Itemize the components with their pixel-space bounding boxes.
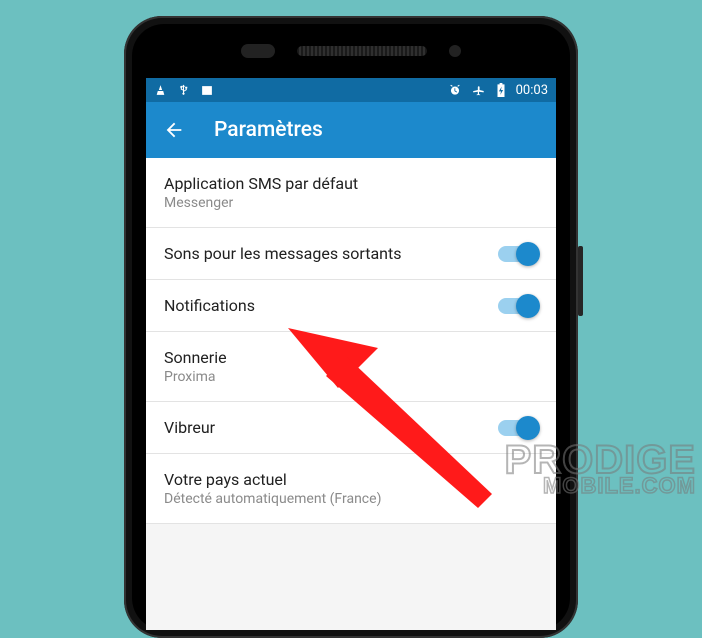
switch-vibrate[interactable]	[498, 420, 538, 436]
setting-notifications[interactable]: Notifications	[146, 280, 556, 332]
switch-notifications[interactable]	[498, 298, 538, 314]
setting-outgoing-sounds[interactable]: Sons pour les messages sortants	[146, 228, 556, 280]
switch-outgoing-sounds[interactable]	[498, 246, 538, 262]
back-button[interactable]	[162, 118, 186, 142]
page-title: Paramètres	[214, 118, 323, 142]
status-bar: 00:03	[146, 78, 556, 102]
front-camera	[449, 45, 461, 57]
setting-vibrate[interactable]: Vibreur	[146, 402, 556, 454]
phone-earpiece-row	[132, 24, 570, 78]
phone-bezel: 00:03 Paramètres Application SMS par déf…	[132, 24, 570, 630]
status-time: 00:03	[516, 83, 548, 98]
setting-value: Proxima	[164, 369, 538, 385]
airplane-icon	[472, 83, 486, 97]
setting-default-sms-app[interactable]: Application SMS par défaut Messenger	[146, 158, 556, 228]
setting-current-country[interactable]: Votre pays actuel Détecté automatiquemen…	[146, 454, 556, 524]
setting-label: Votre pays actuel	[164, 470, 538, 489]
setting-value: Détecté automatiquement (France)	[164, 491, 538, 507]
phone-side-button	[578, 246, 583, 316]
setting-label: Sons pour les messages sortants	[164, 244, 498, 263]
setting-label: Notifications	[164, 296, 498, 315]
earpiece-speaker	[297, 46, 427, 56]
usb-icon	[177, 83, 190, 97]
setting-label: Vibreur	[164, 418, 498, 437]
screen: 00:03 Paramètres Application SMS par déf…	[146, 78, 556, 630]
setting-label: Sonnerie	[164, 348, 538, 367]
setting-label: Application SMS par défaut	[164, 174, 538, 193]
alarm-icon	[448, 83, 462, 97]
proximity-sensor	[241, 44, 275, 58]
battery-charging-icon	[496, 83, 506, 97]
setting-value: Messenger	[164, 195, 538, 211]
settings-list: Application SMS par défaut Messenger Son…	[146, 158, 556, 524]
phone-frame: 00:03 Paramètres Application SMS par déf…	[124, 16, 578, 638]
arrow-left-icon	[163, 119, 185, 141]
picture-icon	[200, 84, 214, 97]
app-bar: Paramètres	[146, 102, 556, 158]
vlc-icon	[154, 84, 167, 97]
setting-ringtone[interactable]: Sonnerie Proxima	[146, 332, 556, 402]
